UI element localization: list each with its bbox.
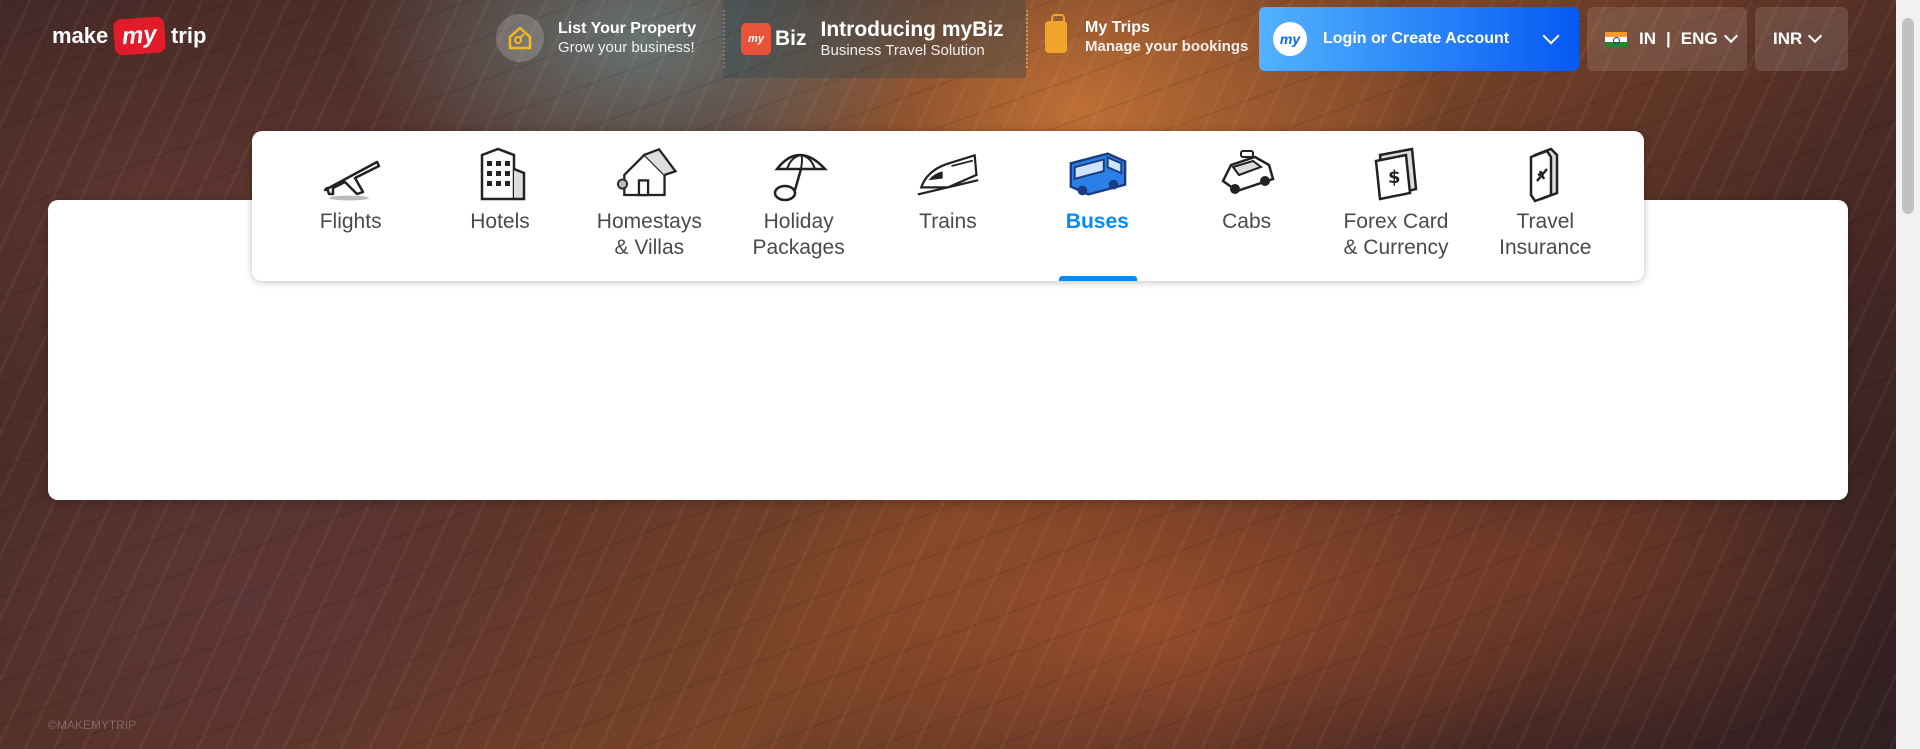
list-property-link[interactable]: List Your Property Grow your business! — [496, 14, 696, 62]
logo-my: my — [113, 16, 167, 56]
hotel-icon — [468, 145, 532, 203]
nav-item-holiday-packages[interactable]: Holiday Packages — [729, 131, 869, 281]
nav-item-buses[interactable]: Buses — [1027, 131, 1167, 281]
product-nav: Flights Hotels Homestays & Villas Holida… — [252, 131, 1644, 281]
currency-code: INR — [1773, 29, 1803, 48]
mybiz-link[interactable]: my Biz Introducing myBiz Business Travel… — [741, 18, 1004, 60]
insurance-icon — [1513, 145, 1577, 203]
nav-label: Forex Card & Currency — [1343, 210, 1449, 259]
train-icon — [916, 145, 980, 203]
currency-selector[interactable]: INR — [1755, 7, 1848, 71]
nav-item-flights[interactable]: Flights — [281, 131, 421, 281]
chevron-down-icon — [1542, 27, 1560, 45]
nav-label: Holiday Packages — [752, 210, 845, 259]
header-divider — [1026, 10, 1028, 68]
india-flag-icon — [1605, 31, 1627, 47]
my-trips-title: My Trips — [1085, 19, 1150, 36]
language-selector[interactable]: IN | ENG — [1587, 7, 1747, 71]
country-code: IN — [1639, 29, 1656, 48]
key-house-icon — [496, 14, 544, 62]
nav-label: Cabs — [1222, 210, 1272, 233]
suitcase-icon — [1045, 14, 1067, 53]
my-trips-subtitle: Manage your bookings — [1085, 38, 1249, 55]
logo-make: make — [52, 23, 109, 48]
svg-text:$: $ — [1388, 167, 1401, 188]
nav-label: Homestays & Villas — [596, 210, 702, 259]
mybiz-word: Biz — [775, 27, 807, 50]
login-button[interactable]: my Login or Create Account — [1259, 7, 1579, 71]
nav-item-forex[interactable]: $ Forex Card & Currency — [1326, 131, 1466, 281]
cab-icon — [1215, 145, 1279, 203]
list-property-subtitle: Grow your business! — [558, 39, 695, 56]
nav-label: Travel Insurance — [1499, 210, 1592, 259]
mybiz-bag-icon: my — [741, 23, 771, 55]
login-label: Login or Create Account — [1323, 30, 1510, 47]
watermark: ©MAKEMYTRIP — [48, 718, 137, 732]
nav-item-hotels[interactable]: Hotels — [430, 131, 570, 281]
language-code: ENG — [1680, 29, 1718, 48]
nav-label: Buses — [1065, 210, 1129, 233]
homestay-icon — [617, 145, 681, 203]
chevron-down-icon — [1723, 28, 1738, 44]
forex-icon: $ — [1364, 145, 1428, 203]
nav-label: Hotels — [470, 210, 530, 233]
mybiz-title: Introducing myBiz — [820, 18, 1004, 41]
nav-label: Trains — [919, 210, 977, 233]
language-separator: | — [1666, 29, 1671, 48]
chevron-down-icon — [1808, 28, 1823, 44]
nav-item-travel-insurance[interactable]: Travel Insurance — [1475, 131, 1615, 281]
scrollbar-thumb[interactable] — [1902, 18, 1914, 214]
plane-icon — [319, 145, 383, 203]
nav-item-trains[interactable]: Trains — [878, 131, 1018, 281]
page-scrollbar[interactable] — [1896, 0, 1920, 749]
nav-label: Flights — [319, 210, 382, 233]
umbrella-icon — [767, 145, 831, 203]
nav-item-homestays[interactable]: Homestays & Villas — [579, 131, 719, 281]
bus-icon — [1065, 145, 1129, 203]
my-trips-link[interactable]: My Trips Manage your bookings — [1045, 14, 1249, 56]
makemytrip-logo[interactable]: make my trip — [52, 16, 207, 56]
mybiz-subtitle: Business Travel Solution — [820, 42, 985, 59]
mybiz-logo: my Biz — [741, 23, 807, 55]
nav-item-cabs[interactable]: Cabs — [1177, 131, 1317, 281]
list-property-title: List Your Property — [558, 20, 697, 37]
logo-trip: trip — [170, 23, 207, 48]
myprofile-icon: my — [1273, 22, 1307, 56]
top-header: make my trip List Your Property Grow you… — [0, 0, 1896, 78]
